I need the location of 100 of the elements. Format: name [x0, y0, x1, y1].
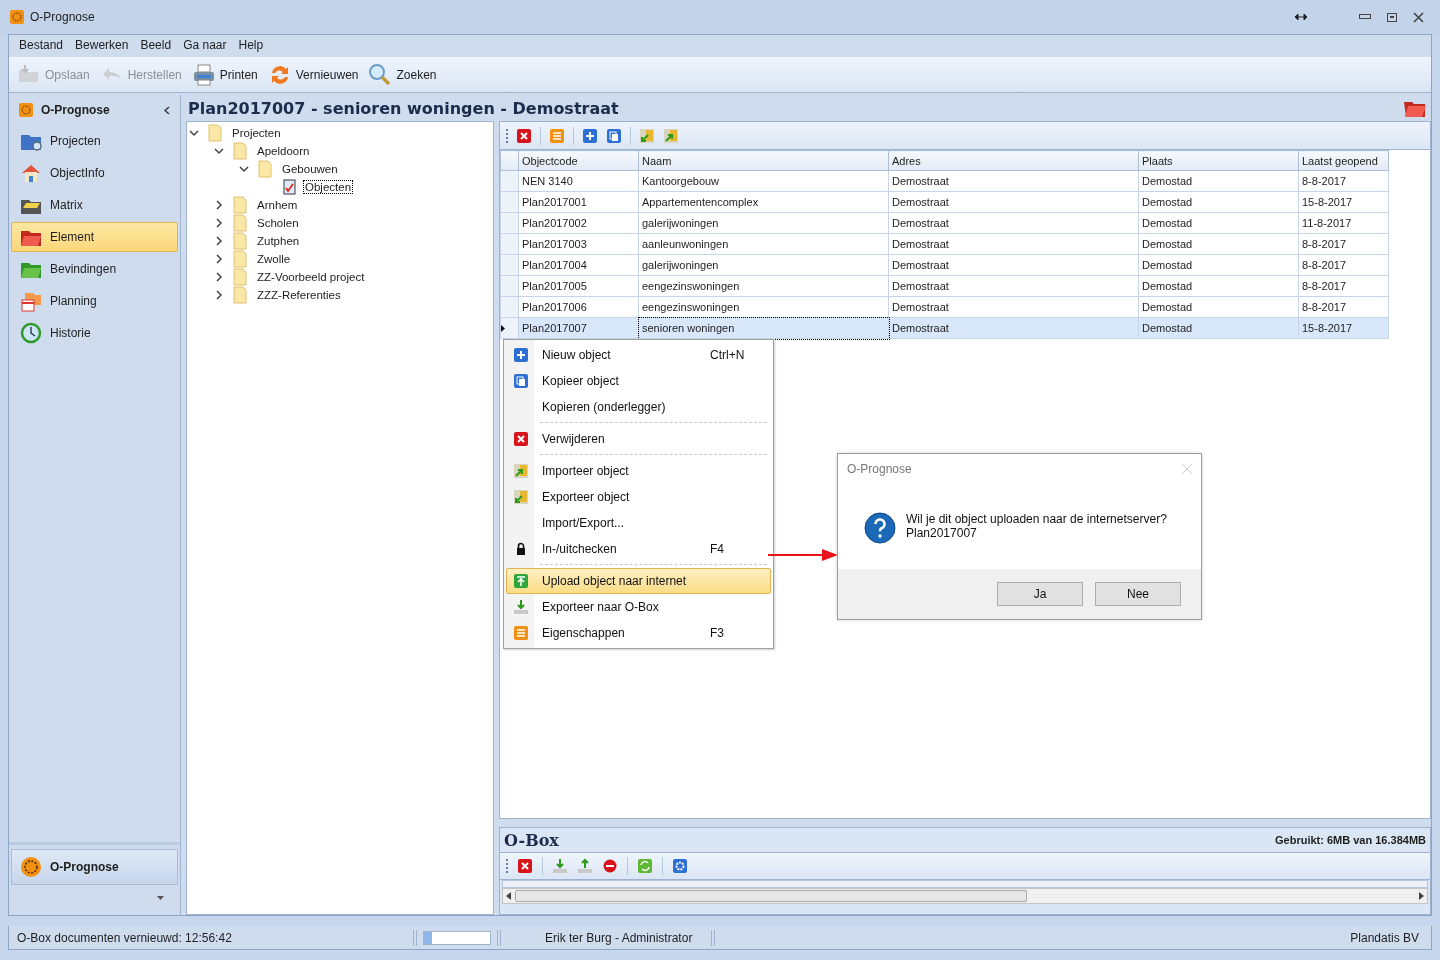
table-cell: Plan2017005	[518, 275, 639, 297]
folder-icon	[232, 196, 250, 214]
navigation-item[interactable]: Bevindingen	[11, 254, 178, 284]
dialog-button[interactable]: Ja	[997, 582, 1083, 606]
table-cell: Demostraat	[888, 191, 1139, 213]
folder-icon	[232, 142, 250, 160]
folder-icon	[232, 232, 250, 250]
menu-item[interactable]: Nieuw object Ctrl+N	[506, 342, 771, 368]
export-icon[interactable]	[639, 127, 655, 144]
column-header[interactable]: Objectcode	[518, 150, 639, 171]
table-cell: galerijwoningen	[638, 254, 889, 276]
download-icon[interactable]	[552, 858, 568, 874]
folder-icon	[232, 214, 250, 232]
table-cell: Demostad	[1138, 170, 1299, 192]
column-header[interactable]: Adres	[888, 150, 1139, 171]
toolbar-button[interactable]: Vernieuwen	[267, 62, 359, 87]
menu-item[interactable]: Eigenschappen F3	[506, 620, 771, 646]
toolbar-button[interactable]: Printen	[191, 62, 258, 87]
table-cell: Demostad	[1138, 254, 1299, 276]
dialog-button[interactable]: Nee	[1095, 582, 1181, 606]
menu-item[interactable]: In-/uitchecken F4	[506, 536, 771, 562]
table-cell: Plan2017004	[518, 254, 639, 276]
menu-item[interactable]: Beeld	[134, 38, 178, 52]
toolbar-button[interactable]: Zoeken	[368, 62, 437, 87]
dialog-title: O-Prognose	[847, 462, 912, 476]
minimize-icon[interactable]	[1359, 14, 1371, 20]
menu-item[interactable]: Bestand	[13, 38, 70, 52]
tree-item[interactable]: Apeldoorn	[256, 145, 311, 157]
menu-item[interactable]: Kopieer object	[506, 368, 771, 394]
navigation-button[interactable]: O-Prognose	[11, 849, 178, 885]
menu-item[interactable]: Kopieren (onderlegger)	[506, 394, 771, 420]
folder-icon	[232, 250, 250, 268]
navigation-item[interactable]: Element	[11, 222, 178, 252]
plus-icon[interactable]	[582, 127, 598, 144]
tree-item[interactable]: Zwolle	[256, 253, 292, 265]
navigation-item[interactable]: Projecten	[11, 126, 178, 156]
table-cell: Demostraat	[888, 254, 1139, 276]
pointer-arrow	[768, 549, 838, 561]
plus-icon	[513, 347, 529, 363]
navigation-item[interactable]: ObjectInfo	[11, 158, 178, 188]
navigation-item[interactable]: Historie	[11, 318, 178, 348]
table-cell: Plan2017001	[518, 191, 639, 213]
menu-item[interactable]: Bewerken	[69, 38, 135, 52]
tree-item[interactable]: Zutphen	[256, 235, 301, 247]
table-cell: Demostraat	[888, 170, 1139, 192]
scroll-right-icon	[1419, 892, 1424, 900]
menu-item[interactable]: Ga naar	[177, 38, 233, 52]
house-icon	[20, 162, 42, 184]
column-header[interactable]: Plaats	[1138, 150, 1299, 171]
menu-item[interactable]: Exporteer object	[506, 484, 771, 510]
upload-icon[interactable]	[577, 858, 593, 874]
table-cell: Plan2017003	[518, 233, 639, 255]
column-header[interactable]: Naam	[638, 150, 889, 171]
scroll-left-icon	[506, 892, 511, 900]
status-user: Erik ter Burg - Administrator	[545, 930, 694, 945]
collapse-chevron-icon[interactable]	[164, 105, 170, 115]
menu-item[interactable]: Import/Export...	[506, 510, 771, 536]
calendar-folder-icon	[20, 290, 42, 312]
menu-item[interactable]: Verwijderen	[506, 426, 771, 452]
navigation-title: O-Prognose	[41, 103, 110, 117]
app-logo-icon	[20, 856, 42, 878]
tree-item[interactable]: ZZZ-Referenties	[256, 289, 342, 301]
tree-item[interactable]: Arnhem	[256, 199, 299, 211]
tree-item[interactable]: Scholen	[256, 217, 300, 229]
settings-icon[interactable]	[672, 858, 688, 874]
progress-bar	[423, 930, 491, 945]
navigation-item[interactable]: Matrix	[11, 190, 178, 220]
table-cell: galerijwoningen	[638, 212, 889, 234]
dialog-message: Wil je dit object uploaden naar de internetserver?	[906, 512, 1167, 526]
menu-item[interactable]: Help	[232, 38, 270, 52]
clock-icon	[20, 322, 42, 344]
stop-icon[interactable]	[602, 858, 618, 874]
horizontal-scrollbar[interactable]	[502, 888, 1428, 904]
tree-item[interactable]: ZZ-Voorbeeld project	[256, 271, 366, 283]
printer-icon	[191, 62, 216, 87]
navigation-item[interactable]: Planning	[11, 286, 178, 316]
resize-arrows-icon[interactable]	[1295, 13, 1307, 21]
delete-icon[interactable]	[516, 127, 532, 144]
maximize-icon[interactable]	[1387, 12, 1397, 22]
copy-icon	[513, 373, 529, 389]
app-logo-icon	[19, 103, 33, 117]
column-header[interactable]: Laatst geopend	[1298, 150, 1389, 171]
page-title: Plan2017007 - senioren woningen - Demostraat	[188, 98, 619, 118]
folder-icon	[207, 124, 225, 142]
table-cell: Demostad	[1138, 191, 1299, 213]
folder-icon	[257, 160, 275, 178]
tree-item[interactable]: Objecten	[304, 181, 353, 193]
tree-item[interactable]: Projecten	[231, 127, 282, 139]
dropdown-caret-icon[interactable]	[157, 896, 164, 900]
table-cell: Demostraat	[888, 317, 1139, 339]
menu-item[interactable]: Exporteer naar O-Box	[506, 594, 771, 620]
delete-icon[interactable]	[517, 858, 533, 874]
menu-item[interactable]: Upload object naar internet	[506, 568, 771, 594]
tree-item[interactable]: Gebouwen	[281, 163, 339, 175]
table-cell: Demostad	[1138, 275, 1299, 297]
storage-usage: Gebruikt: 6MB van 16.384MB	[1275, 834, 1426, 846]
import-icon[interactable]	[663, 127, 679, 144]
close-icon[interactable]	[1413, 11, 1424, 23]
copy-icon[interactable]	[606, 127, 622, 144]
menu-item[interactable]: Importeer object	[506, 458, 771, 484]
